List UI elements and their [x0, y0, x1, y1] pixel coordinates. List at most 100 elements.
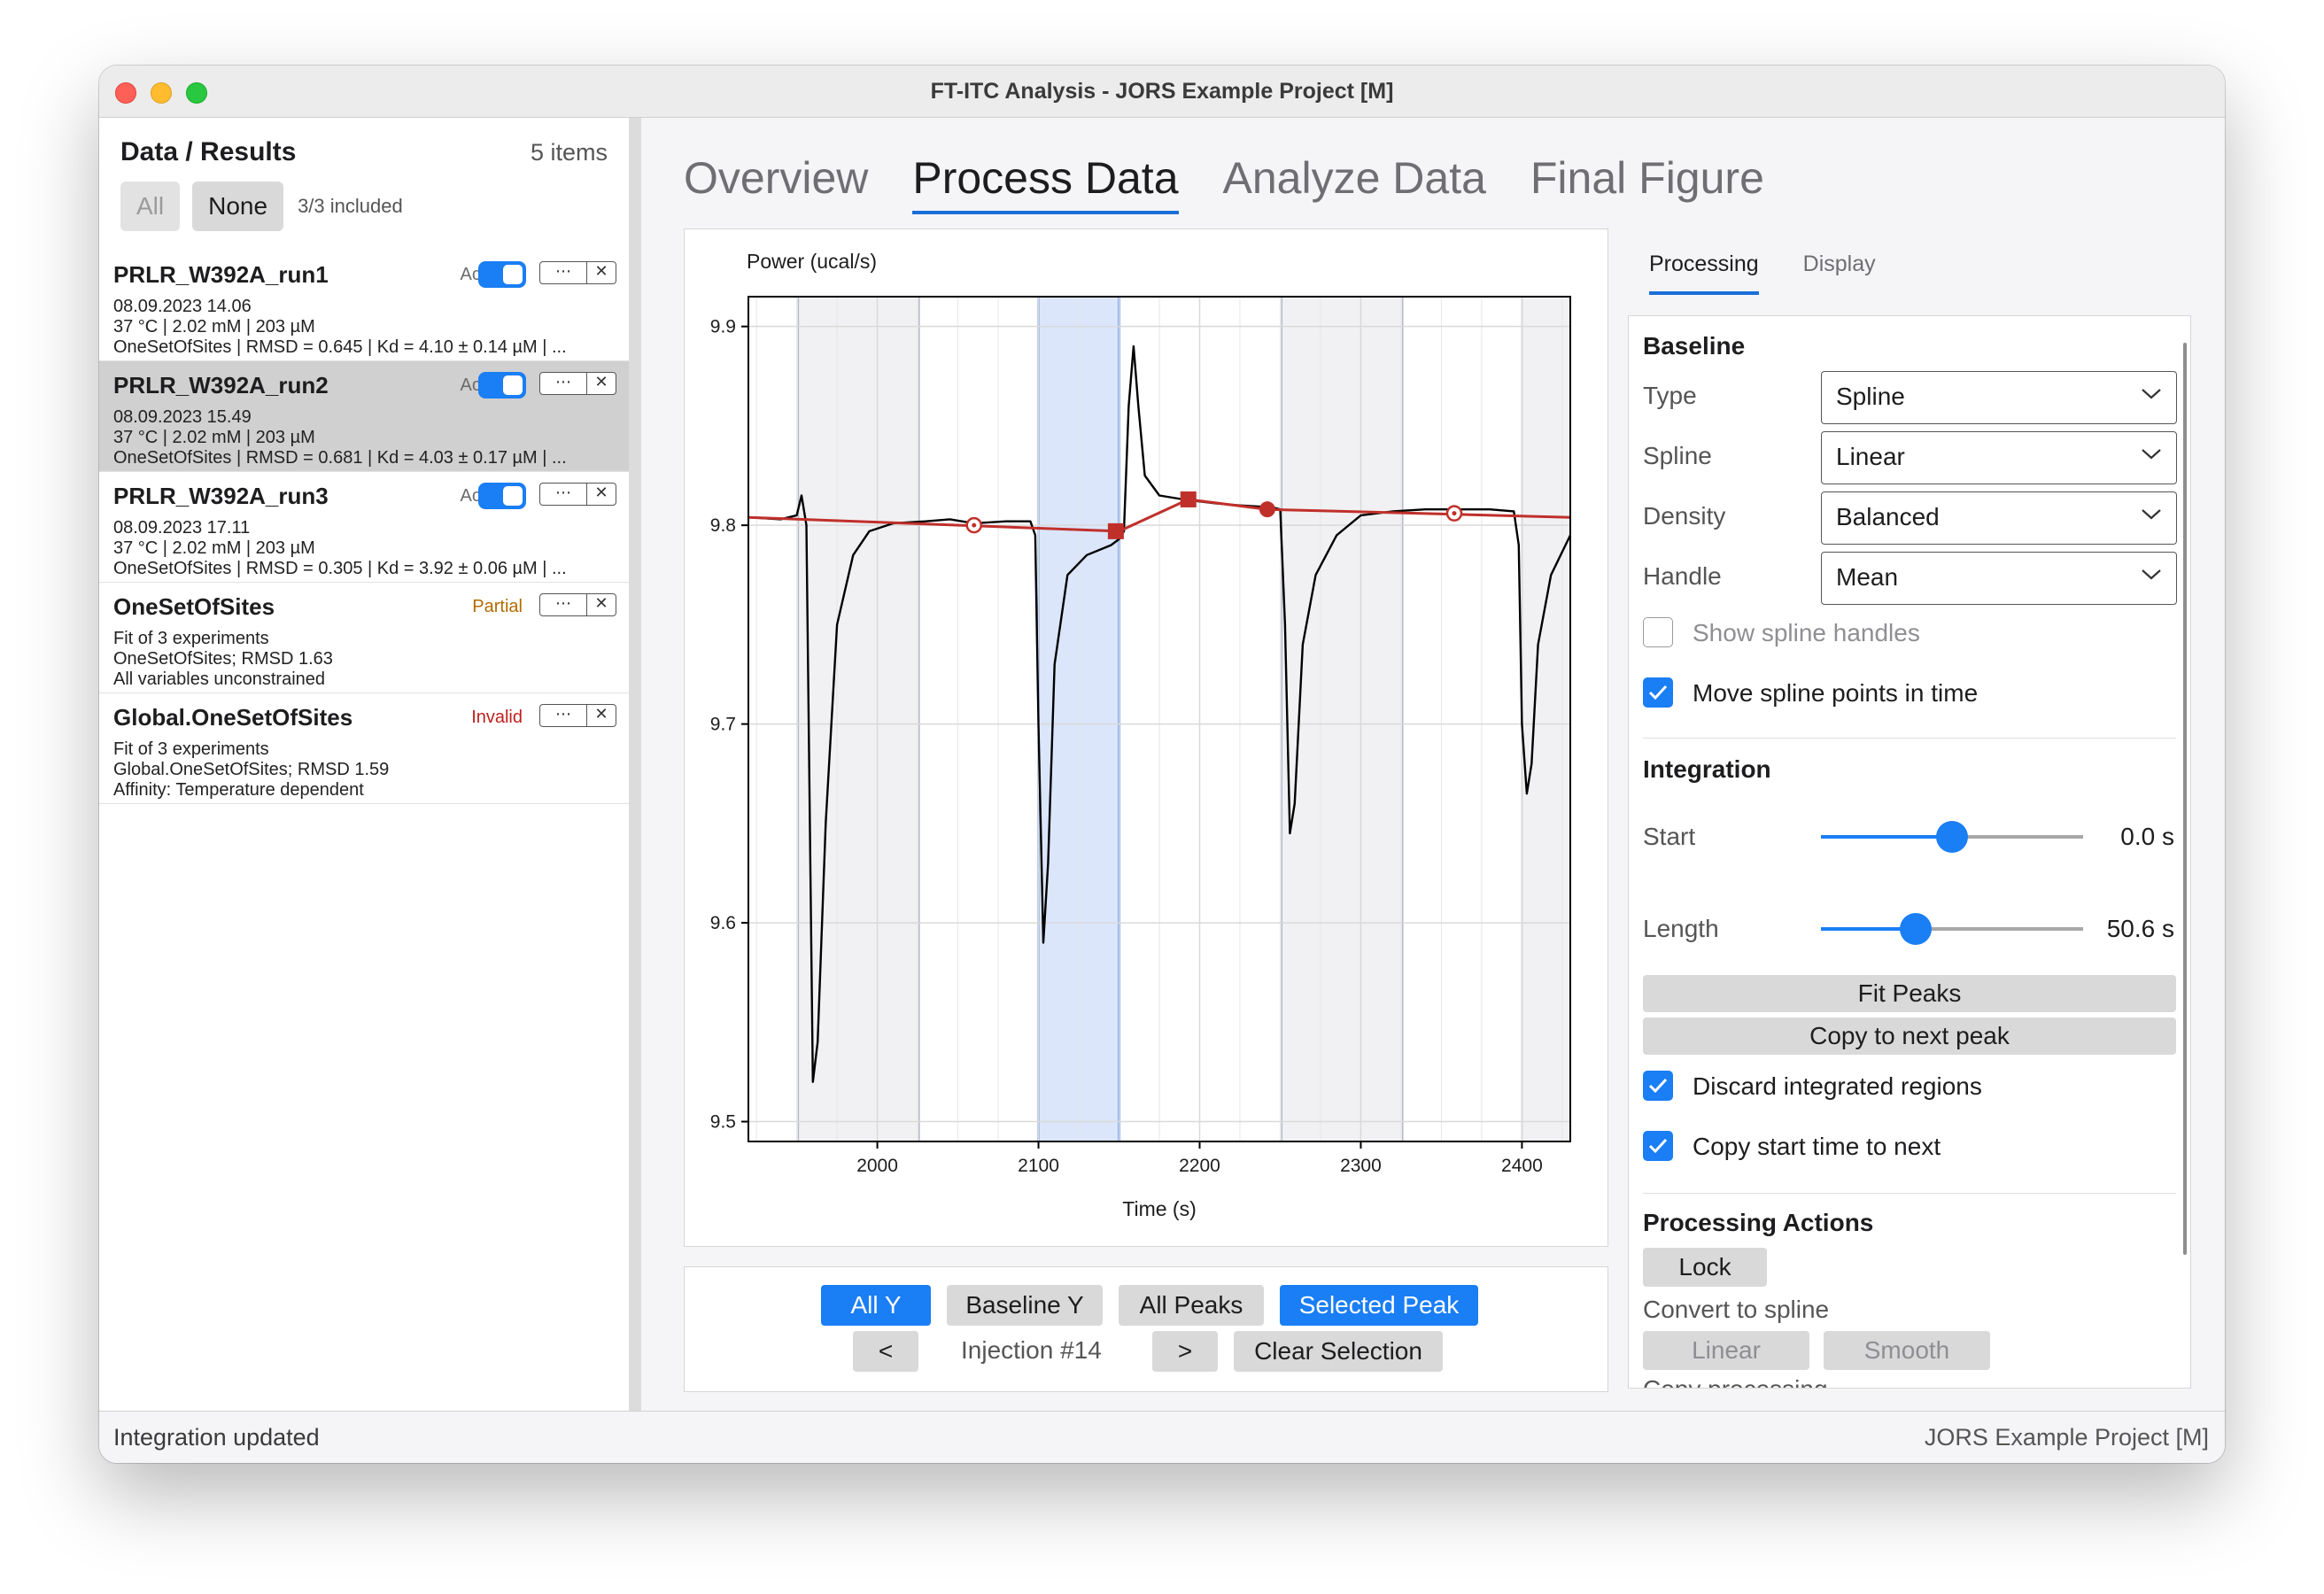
spline-select[interactable]: Linear — [1821, 431, 2177, 484]
list-item[interactable]: PRLR_W392A_run2 Active ⋯✕ 08.09.2023 15.… — [99, 361, 629, 472]
handle-select[interactable]: Mean — [1821, 552, 2177, 605]
close-icon[interactable]: ✕ — [587, 705, 616, 726]
window-title: FT-ITC Analysis - JORS Example Project [… — [930, 78, 1394, 104]
close-icon[interactable]: ✕ — [587, 484, 616, 505]
copy-start-checkbox[interactable] — [1643, 1131, 1673, 1161]
section-divider — [1643, 738, 2176, 739]
list-item[interactable]: PRLR_W392A_run3 Active ⋯✕ 08.09.2023 17.… — [99, 472, 629, 583]
item-actions: ⋯ ✕ — [539, 483, 616, 506]
copy-start-label: Copy start time to next — [1693, 1133, 1941, 1160]
close-icon[interactable]: ✕ — [587, 262, 616, 283]
list-item[interactable]: PRLR_W392A_run1 Active ⋯✕ 08.09.2023 14.… — [99, 251, 629, 361]
minimize-window-button[interactable] — [151, 82, 172, 104]
y-tick-label: 9.8 — [710, 515, 736, 536]
item-model: Global.OneSetOfSites; RMSD 1.59 — [113, 760, 390, 779]
more-icon[interactable]: ⋯ — [540, 262, 587, 283]
section-divider — [1643, 1193, 2176, 1194]
select-all-button[interactable]: All — [120, 182, 181, 231]
convert-linear-button[interactable]: Linear — [1643, 1331, 1809, 1370]
discard-regions-label: Discard integrated regions — [1693, 1072, 1982, 1100]
baseline-point-center — [972, 522, 977, 528]
item-summary: OneSetOfSites | RMSD = 0.681 | Kd = 4.03… — [113, 448, 567, 468]
more-icon[interactable]: ⋯ — [540, 705, 587, 726]
peak-region — [1522, 297, 1570, 1141]
item-name: PRLR_W392A_run1 — [113, 261, 329, 288]
start-slider[interactable] — [1821, 821, 2083, 853]
item-summary: OneSetOfSites | RMSD = 0.305 | Kd = 3.92… — [113, 559, 567, 578]
tab-final-figure[interactable]: Final Figure — [1530, 152, 1764, 214]
close-icon[interactable]: ✕ — [587, 594, 616, 615]
length-slider-handle[interactable] — [1899, 913, 1932, 945]
discard-regions-checkbox[interactable] — [1643, 1071, 1673, 1101]
processing-panel: Baseline Type Spline Spline Linear Densi… — [1628, 315, 2191, 1389]
item-date: 08.09.2023 14.06 — [113, 297, 252, 316]
pane-title: Data / Results — [120, 137, 297, 166]
zoom-window-button[interactable] — [186, 82, 207, 104]
select-none-button[interactable]: None — [192, 182, 284, 231]
list-item[interactable]: Global.OneSetOfSites Invalid ⋯ ✕ Fit of 3… — [99, 693, 629, 804]
status-bar: Integration updated JORS Example Project… — [99, 1411, 2225, 1463]
item-model: OneSetOfSites; RMSD 1.63 — [113, 649, 333, 669]
next-injection-button[interactable]: > — [1152, 1331, 1218, 1372]
lock-button[interactable]: Lock — [1643, 1248, 1767, 1287]
tab-processing[interactable]: Processing — [1649, 251, 1759, 295]
type-label: Type — [1643, 382, 1697, 409]
spline-value: Linear — [1836, 443, 1905, 470]
start-slider-handle[interactable] — [1936, 821, 1968, 853]
close-icon[interactable]: ✕ — [587, 373, 616, 394]
tab-analyze-data[interactable]: Analyze Data — [1223, 152, 1486, 214]
list-item[interactable]: OneSetOfSites Partial ⋯ ✕ Fit of 3 experi… — [99, 583, 629, 693]
item-conditions: 37 °C | 2.02 mM | 203 µM — [113, 317, 315, 337]
density-value: Balanced — [1836, 503, 1940, 530]
y-tick-label: 9.6 — [710, 913, 736, 933]
item-summary: OneSetOfSites | RMSD = 0.645 | Kd = 4.10… — [113, 337, 567, 357]
baseline-y-button[interactable]: Baseline Y — [947, 1285, 1103, 1326]
convert-smooth-button[interactable]: Smooth — [1824, 1331, 1990, 1370]
start-value: 0.0 s — [2120, 823, 2174, 850]
more-icon[interactable]: ⋯ — [540, 484, 587, 505]
active-toggle[interactable] — [478, 483, 526, 509]
tab-overview[interactable]: Overview — [684, 152, 868, 214]
chevron-down-icon — [2142, 389, 2161, 399]
checkmark-icon — [1648, 1078, 1668, 1094]
app-window: FT-ITC Analysis - JORS Example Project [… — [99, 66, 2225, 1463]
all-peaks-button[interactable]: All Peaks — [1119, 1285, 1264, 1326]
spline-label: Spline — [1643, 442, 1712, 469]
start-slider-fill — [1821, 835, 1952, 839]
more-icon[interactable]: ⋯ — [540, 594, 587, 615]
all-y-button[interactable]: All Y — [821, 1285, 931, 1326]
length-value: 50.6 s — [2106, 915, 2174, 942]
move-points-checkbox[interactable] — [1643, 677, 1673, 708]
clear-selection-button[interactable]: Clear Selection — [1234, 1331, 1443, 1372]
previous-injection-button[interactable]: < — [853, 1331, 918, 1372]
length-slider[interactable] — [1821, 913, 2083, 945]
fit-peaks-button[interactable]: Fit Peaks — [1643, 975, 2176, 1012]
density-select[interactable]: Balanced — [1821, 491, 2177, 545]
item-name: Global.OneSetOfSites — [113, 704, 353, 731]
tab-display[interactable]: Display — [1803, 251, 1876, 295]
start-label: Start — [1643, 823, 1696, 850]
close-window-button[interactable] — [115, 82, 136, 104]
more-icon[interactable]: ⋯ — [540, 373, 587, 394]
baseline-point-center — [1452, 511, 1457, 516]
tab-process-data[interactable]: Process Data — [912, 152, 1179, 214]
show-handles-checkbox[interactable] — [1643, 617, 1673, 647]
power-chart[interactable]: 9.5 9.6 9.7 9.8 9.9 2000 2100 2200 2300 2400 Power… — [685, 229, 1607, 1246]
length-label: Length — [1643, 915, 1719, 942]
handle-label: Handle — [1643, 562, 1722, 590]
item-description: Fit of 3 experiments — [113, 739, 269, 759]
x-tick-label: 2200 — [1179, 1156, 1220, 1176]
type-select[interactable]: Spline — [1821, 371, 2177, 424]
baseline-heading: Baseline — [1643, 332, 1746, 360]
copy-to-next-peak-button[interactable]: Copy to next peak — [1643, 1018, 2176, 1055]
window-controls — [115, 82, 207, 104]
active-toggle[interactable] — [478, 372, 526, 398]
checkmark-icon — [1648, 1138, 1668, 1154]
density-label: Density — [1643, 502, 1726, 530]
active-toggle[interactable] — [478, 261, 526, 288]
selected-peak-button[interactable]: Selected Peak — [1280, 1285, 1478, 1326]
processing-actions-heading: Processing Actions — [1643, 1209, 1874, 1236]
chevron-down-icon — [2142, 509, 2161, 520]
status-label: Invalid — [471, 708, 523, 727]
panel-scrollbar[interactable] — [2183, 343, 2187, 1255]
